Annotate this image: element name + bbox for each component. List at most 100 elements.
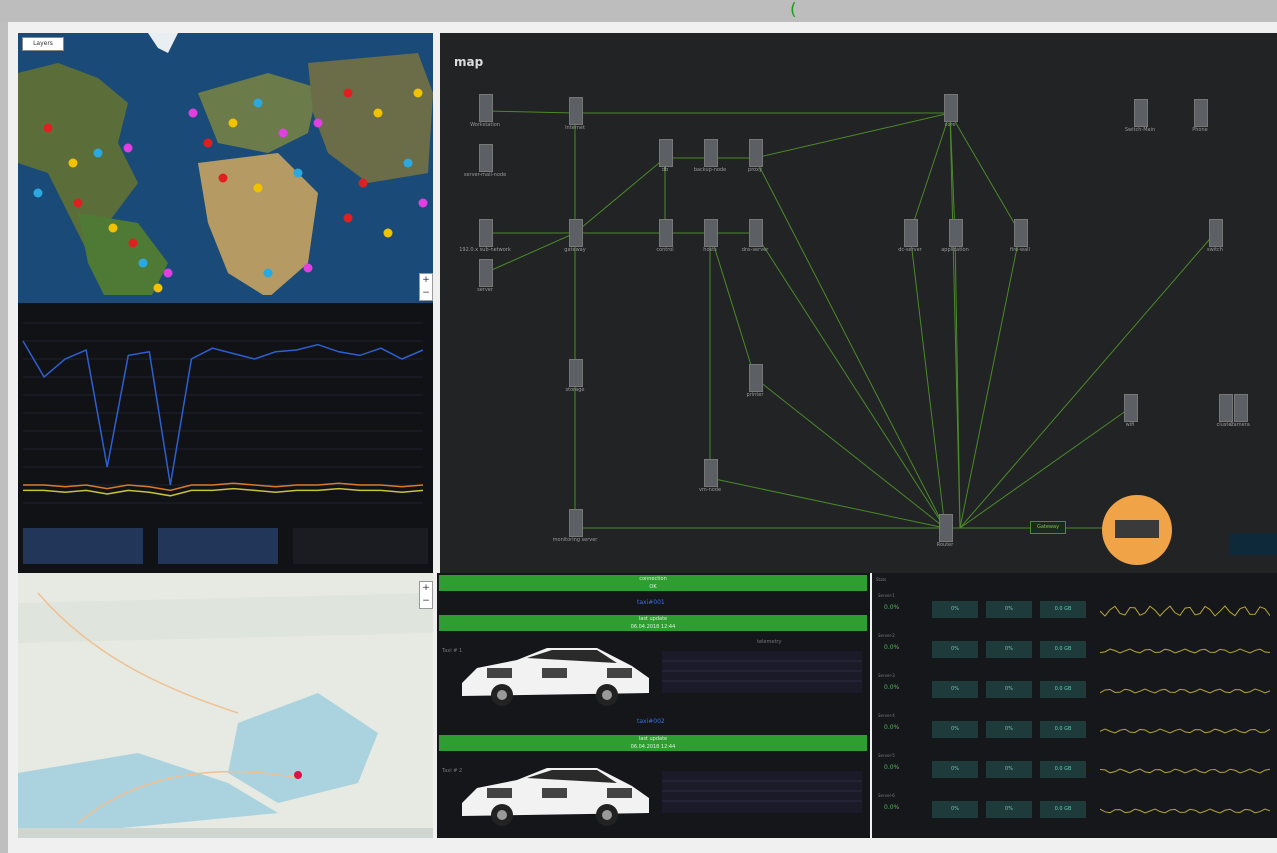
node-label: wifi — [1125, 422, 1135, 428]
server-icon[interactable] — [944, 94, 958, 122]
map-marker[interactable] — [138, 258, 148, 268]
mini-chart-1 — [158, 528, 278, 564]
network-map-panel: map Workstation Internet server-mail-nod… — [440, 33, 1277, 573]
street-map-image[interactable] — [18, 573, 433, 838]
server-icon[interactable] — [479, 144, 493, 172]
map-marker[interactable] — [293, 168, 303, 178]
server-icon[interactable] — [659, 139, 673, 167]
map-marker[interactable] — [263, 268, 273, 278]
map-marker[interactable] — [228, 118, 238, 128]
node-label: dc-server — [898, 247, 922, 253]
map-marker[interactable] — [153, 283, 163, 293]
stat-box: 0% — [986, 681, 1032, 698]
node-label: dns-server — [741, 247, 769, 253]
server-icon[interactable] — [749, 139, 763, 167]
stat-box: 0% — [986, 641, 1032, 658]
stat-box: 0.0 GB — [1040, 801, 1086, 818]
map-marker[interactable] — [303, 263, 313, 273]
map-marker[interactable] — [43, 123, 53, 133]
map-marker[interactable] — [313, 118, 323, 128]
server-icon[interactable] — [479, 259, 493, 287]
stat-value: 0.0% — [884, 764, 900, 771]
map-marker[interactable] — [373, 108, 383, 118]
screen-widget — [1230, 533, 1277, 555]
server-icon[interactable] — [569, 219, 583, 247]
stat-row-name: Server-5 — [878, 753, 895, 758]
server-icon[interactable] — [704, 139, 718, 167]
car-1-image — [462, 648, 649, 706]
server-icon[interactable] — [1014, 219, 1028, 247]
street-zoom-controls[interactable]: + − — [419, 581, 433, 609]
map-marker[interactable] — [403, 158, 413, 168]
map-marker[interactable] — [343, 213, 353, 223]
stat-box: 0% — [932, 601, 978, 618]
map-marker[interactable] — [188, 108, 198, 118]
node-label: control — [656, 247, 674, 253]
map-marker[interactable] — [93, 148, 103, 158]
taxi-1-label[interactable]: taxi#001 — [637, 599, 665, 606]
map-marker[interactable] — [33, 188, 43, 198]
server-icon[interactable] — [1134, 99, 1148, 127]
stat-box: 0% — [932, 681, 978, 698]
server-icon[interactable] — [704, 459, 718, 487]
server-icon[interactable] — [904, 219, 918, 247]
node-label: storage — [565, 387, 585, 393]
map-marker[interactable] — [358, 178, 368, 188]
server-icon[interactable] — [569, 97, 583, 125]
layer-button[interactable]: Layers — [22, 37, 64, 51]
server-icon[interactable] — [479, 219, 493, 247]
map-marker[interactable] — [278, 128, 288, 138]
connection-status-bar: connection OK — [439, 575, 867, 591]
server-icon[interactable] — [949, 219, 963, 247]
server-icon[interactable] — [704, 219, 718, 247]
line-chart-panel — [18, 303, 433, 573]
stat-box: 0.0 GB — [1040, 681, 1086, 698]
map-marker[interactable] — [413, 88, 423, 98]
map-marker[interactable] — [203, 138, 213, 148]
server-icon[interactable] — [569, 509, 583, 537]
stat-row-name: Server-2 — [878, 633, 895, 638]
server-icon[interactable] — [749, 219, 763, 247]
map-marker[interactable] — [383, 228, 393, 238]
server-icon[interactable] — [1219, 394, 1233, 422]
map-marker[interactable] — [418, 198, 428, 208]
map-marker[interactable] — [253, 98, 263, 108]
stat-box: 0% — [986, 601, 1032, 618]
stat-value: 0.0% — [884, 604, 900, 611]
taxi-2-label[interactable]: taxi#002 — [637, 718, 665, 725]
stat-row-name: Server-3 — [878, 673, 895, 678]
server-icon[interactable] — [1124, 394, 1138, 422]
car-2-image — [462, 768, 649, 826]
stat-box: 0.0 GB — [1040, 721, 1086, 738]
node-label: Router — [936, 542, 954, 548]
world-map-panel[interactable]: Layers + − — [18, 33, 433, 303]
server-icon[interactable] — [479, 94, 493, 122]
stat-row-name: Server-4 — [878, 713, 895, 718]
zoom-controls[interactable]: + − — [419, 273, 433, 301]
router-device-icon[interactable] — [1115, 520, 1159, 538]
server-icon[interactable] — [1194, 99, 1208, 127]
server-icon[interactable] — [939, 514, 953, 542]
server-icon[interactable] — [659, 219, 673, 247]
sparkline — [1100, 728, 1270, 734]
stat-box: 0% — [932, 801, 978, 818]
map-marker[interactable] — [218, 173, 228, 183]
street-map-panel[interactable]: + − — [18, 573, 433, 838]
map-marker[interactable] — [128, 238, 138, 248]
map-marker[interactable] — [343, 88, 353, 98]
node-label: monitoring server — [552, 537, 598, 543]
map-marker[interactable] — [108, 223, 118, 233]
server-icon[interactable] — [1234, 394, 1248, 422]
world-map-image[interactable] — [18, 33, 433, 303]
server-icon[interactable] — [569, 359, 583, 387]
map-marker[interactable] — [68, 158, 78, 168]
sparkline — [1100, 605, 1270, 617]
node-label: Switch-Main — [1124, 127, 1156, 133]
server-icon[interactable] — [1209, 219, 1223, 247]
sparkline — [1100, 688, 1270, 694]
server-icon[interactable] — [749, 364, 763, 392]
map-marker[interactable] — [73, 198, 83, 208]
map-marker[interactable] — [163, 268, 173, 278]
map-marker[interactable] — [253, 183, 263, 193]
map-marker[interactable] — [123, 143, 133, 153]
